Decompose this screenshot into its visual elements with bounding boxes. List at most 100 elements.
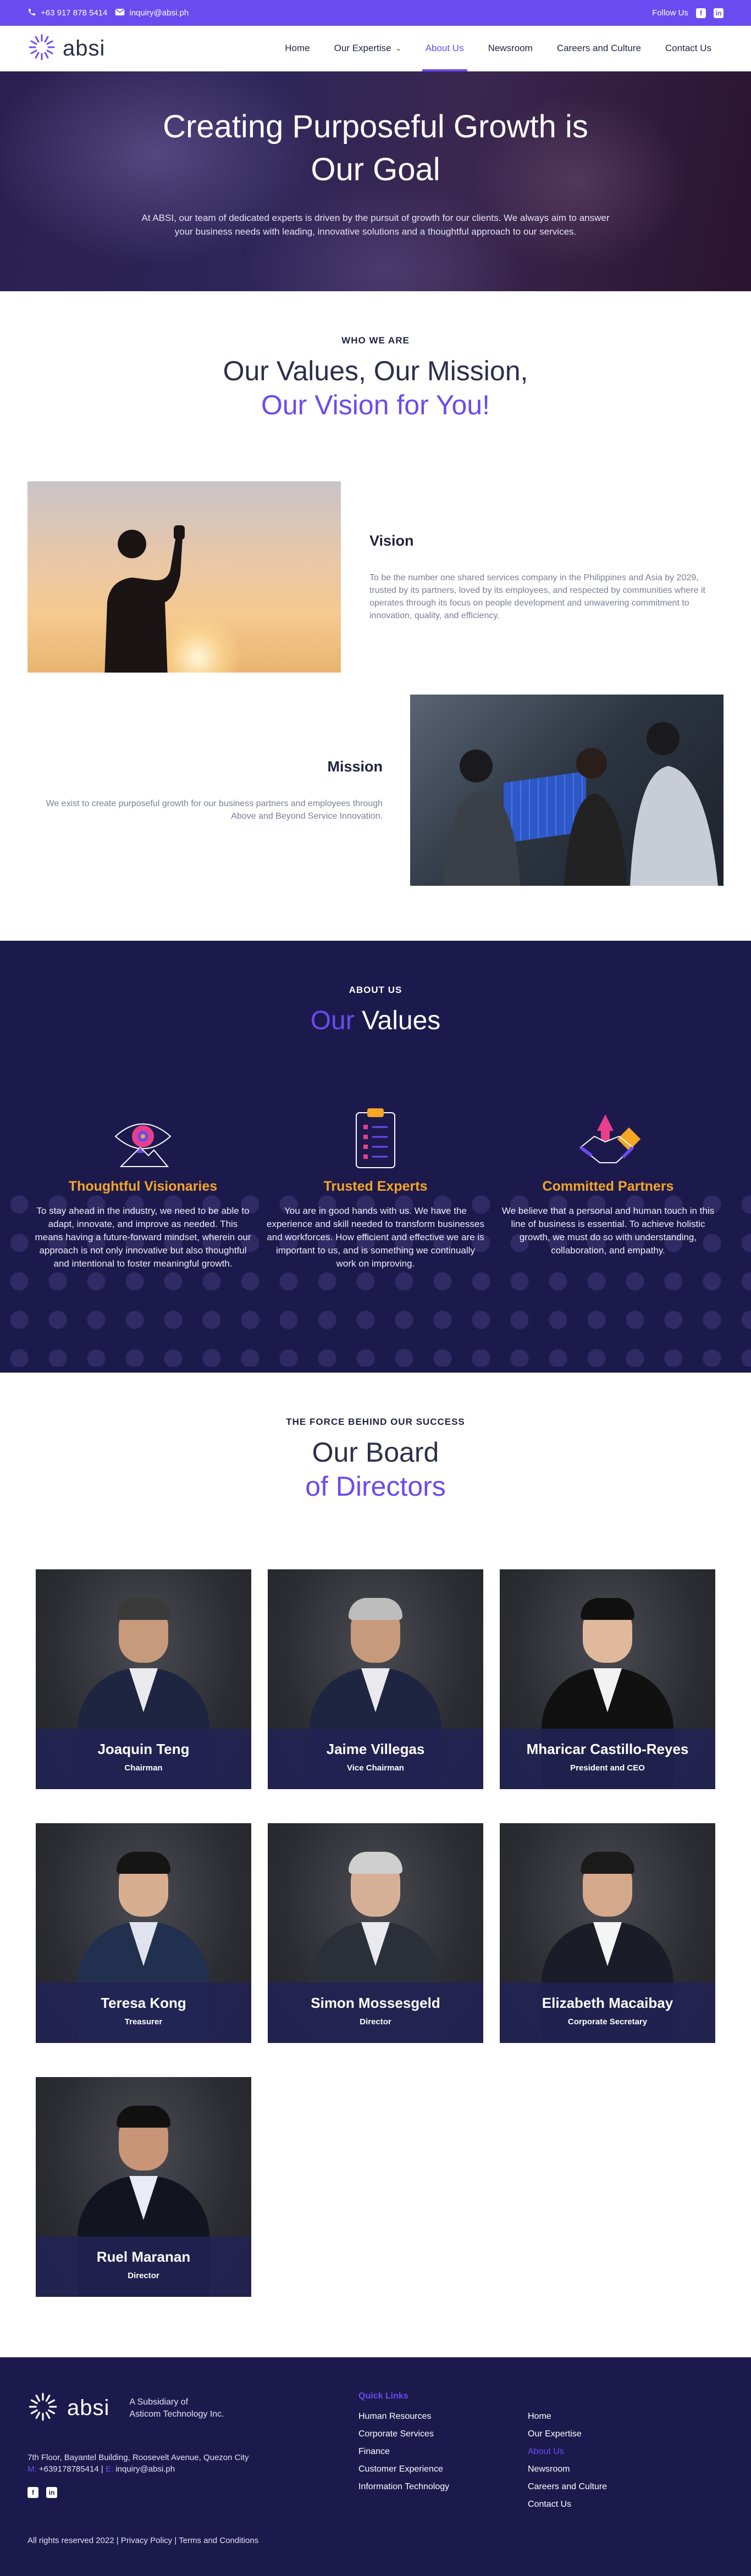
director-hair [581,1598,634,1620]
top-email[interactable]: inquiry@absi.ph [115,8,189,18]
director-hair [117,2106,170,2128]
value-text: To stay ahead in the industry, we need t… [35,1206,251,1269]
footer-subsidiary: A Subsidiary of Asticom Technology Inc. [129,2396,224,2420]
main-nav: absi Home Our Expertise ⌄ About Us Newsro… [0,26,751,71]
footer-address: 7th Floor, Bayantel Building, Roosevelt … [27,2453,249,2462]
value-card: Committed Partners We believe that a per… [498,1106,718,1270]
director-role: Director [360,2017,391,2027]
nav-item-newsroom[interactable]: Newsroom [476,26,545,71]
values-title-accent: Our [310,1006,355,1035]
director-hair [349,1598,402,1620]
director-caption: Jaime Villegas Vice Chairman [268,1729,483,1789]
director-role: Vice Chairman [347,1763,404,1773]
chevron-down-icon: ⌄ [395,45,401,52]
director-caption: Elizabeth Macaibay Corporate Secretary [500,1983,715,2043]
nav-item-contact-us[interactable]: Contact Us [653,26,724,71]
nav-item-careers[interactable]: Careers and Culture [545,26,653,71]
subsidiary-line2: Asticom Technology Inc. [129,2409,224,2419]
who-we-are-section: WHO WE ARE Our Values, Our Mission, Our … [0,291,751,886]
footer-link-home[interactable]: Home [528,2408,607,2425]
value-title: Committed Partners [542,1179,674,1194]
vision-title: Vision [369,532,414,549]
vision-text-block: Vision To be the number one shared servi… [341,532,724,622]
linkedin-icon[interactable]: in [714,8,724,18]
mission-title: Mission [327,758,383,775]
follow-us-label: Follow Us [652,8,688,18]
footer-link-information-technology[interactable]: Information Technology [358,2478,528,2496]
values-title: Our Values [0,1006,751,1036]
director-card: Mharicar Castillo-Reyes President and CE… [500,1569,715,1789]
nav-label: Newsroom [488,43,533,53]
director-caption: Teresa Kong Treasurer [36,1983,251,2043]
footer-brand-column: absi A Subsidiary of Asticom Technology … [27,2391,358,2513]
director-hair [581,1852,634,1874]
footer-link-finance[interactable]: Finance [358,2443,528,2461]
nav-item-about-us[interactable]: About Us [413,26,476,71]
values-title-rest: Values [362,1006,441,1035]
footer-link-careers[interactable]: Careers and Culture [528,2478,607,2496]
top-phone-text: +63 917 878 5414 [41,8,108,18]
footer-link-contact-us[interactable]: Contact Us [528,2496,607,2513]
footer-logo-text: absi [67,2396,110,2420]
footer-link-about-us[interactable]: About Us [528,2443,607,2461]
subsidiary-line1: A Subsidiary of [129,2397,189,2407]
director-role: Corporate Secretary [567,2017,648,2027]
nav-label: Careers and Culture [556,43,641,53]
footer-quick-links: Quick Links Human Resources Corporate Se… [358,2391,528,2513]
nav-label: Our Expertise [334,43,391,53]
nav-item-our-expertise[interactable]: Our Expertise ⌄ [322,26,413,71]
director-card: Jaime Villegas Vice Chairman [268,1569,483,1789]
footer-link-human-resources[interactable]: Human Resources [358,2408,528,2425]
facebook-icon[interactable]: f [27,2487,38,2498]
values-section: ABOUT US Our Values Thoughtful Visionari… [0,941,751,1373]
mission-row: Mission We exist to create purposeful gr… [0,695,751,886]
mobile-label: M: [27,2464,37,2474]
footer-site-links: Home Our Expertise About Us Newsroom Car… [528,2391,607,2513]
nav-item-home[interactable]: Home [273,26,322,71]
board-title-line1: Our Board [312,1437,439,1468]
footer-email[interactable]: inquiry@absi.ph [115,2464,175,2474]
hero-title: Creating Purposeful Growth is Our Goal [0,71,751,191]
director-role: Treasurer [124,2017,163,2027]
director-name: Jaime Villegas [326,1741,425,1757]
director-name: Teresa Kong [101,1995,186,2011]
top-bar-social: Follow Us f in [652,8,724,18]
values-grid: Thoughtful Visionaries To stay ahead in … [0,1106,751,1270]
director-caption: Ruel Maranan Director [36,2236,251,2297]
mail-icon [115,8,125,18]
hero-title-line1: Creating Purposeful Growth is [163,109,588,145]
board-eyebrow: THE FORCE BEHIND OUR SUCCESS [286,1417,465,1427]
handshake-icon [498,1106,718,1172]
nav-menu: Home Our Expertise ⌄ About Us Newsroom Ca… [273,26,724,71]
director-card: Ruel Maranan Director [36,2077,251,2297]
hero-title-line2: Our Goal [311,152,440,187]
footer-social: f in [27,2487,358,2498]
vision-text: To be the number one shared services com… [369,573,705,620]
footer-copyright[interactable]: All rights reserved 2022 | Privacy Polic… [27,2536,258,2545]
value-text: We believe that a personal and human tou… [501,1206,715,1256]
quick-links-title: Quick Links [358,2391,408,2401]
board-title: Our Board of Directors [0,1435,751,1503]
footer-link-corporate-services[interactable]: Corporate Services [358,2425,528,2443]
mission-text-block: Mission We exist to create purposeful gr… [27,758,410,823]
value-text: You are in good hands with us. We have t… [267,1206,484,1269]
footer-link-customer-experience[interactable]: Customer Experience [358,2461,528,2478]
clipboard-checklist-icon [266,1106,485,1172]
footer-logo[interactable]: absi A Subsidiary of Asticom Technology … [27,2391,358,2425]
who-title-line1: Our Values, Our Mission, [223,356,528,386]
linkedin-icon[interactable]: in [46,2487,57,2498]
hero-banner: Creating Purposeful Growth is Our Goal A… [0,71,751,291]
director-hair [117,1598,170,1620]
facebook-icon[interactable]: f [696,8,706,18]
footer-link-our-expertise[interactable]: Our Expertise [528,2425,607,2443]
director-card: Teresa Kong Treasurer [36,1823,251,2043]
site-footer: absi A Subsidiary of Asticom Technology … [0,2357,751,2576]
value-card: Thoughtful Visionaries To stay ahead in … [33,1106,253,1270]
director-card: Joaquin Teng Chairman [36,1569,251,1789]
director-role: Director [128,2271,159,2280]
footer-mobile[interactable]: +639178785414 [39,2464,99,2474]
footer-link-newsroom[interactable]: Newsroom [528,2461,607,2478]
top-phone[interactable]: +63 917 878 5414 [27,8,107,19]
site-logo[interactable]: absi [27,33,105,64]
value-card: Trusted Experts You are in good hands wi… [266,1106,485,1270]
